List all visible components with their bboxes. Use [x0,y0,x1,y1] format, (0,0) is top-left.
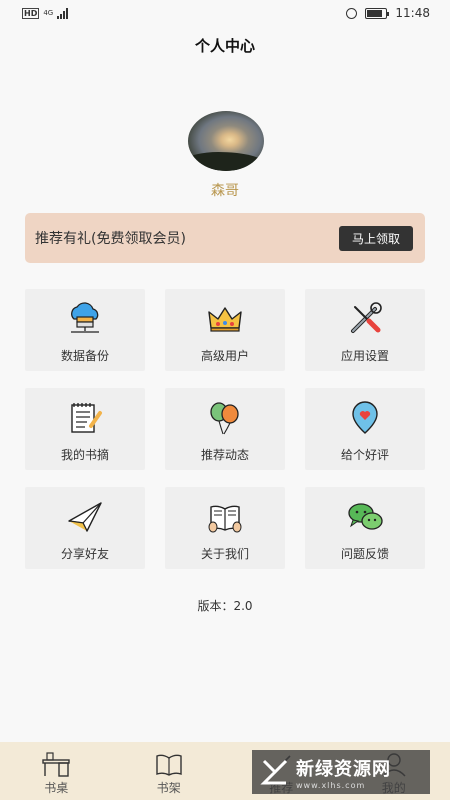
heart-pin-icon [352,401,378,434]
open-book-icon [208,505,242,533]
network-type: 4G [43,8,54,17]
nav-tab-bookshelf[interactable]: 书架 [113,742,226,800]
username: 森哥 [211,183,239,199]
menu-item-label: 高级用户 [200,349,249,363]
crown-icon [208,307,242,332]
promo-banner[interactable]: 推荐有礼(免费领取会员) 马上领取 [25,213,425,263]
menu-item-data-backup[interactable]: 数据备份 [25,289,145,371]
hd-indicator: HD [22,7,40,19]
balloons-icon [210,402,239,435]
paper-plane-icon [68,502,102,532]
cloud-backup-icon [71,302,99,333]
watermark-title: 新绿资源网 [296,758,391,780]
menu-item-recommend-feed[interactable]: 推荐动态 [165,388,285,470]
status-left: HD 4G [22,7,69,19]
chat-bubbles-icon [348,503,383,530]
promo-text: 推荐有礼(免费领取会员) [35,231,186,247]
nav-label: 书架 [156,781,181,795]
menu-grid: 数据备份 高级用户 应用设置 我的书摘 推荐动态 给个好评 分享好友 关于我们 … [25,289,425,569]
bookshelf-icon [156,754,182,776]
menu-item-my-excerpts[interactable]: 我的书摘 [25,388,145,470]
menu-item-share-friends[interactable]: 分享好友 [25,487,145,569]
status-bar: HD 4G 11:48 [0,0,450,26]
menu-item-label: 我的书摘 [60,448,109,462]
desk-icon [42,752,70,777]
claim-button[interactable]: 马上领取 [338,225,413,251]
menu-item-label: 应用设置 [340,349,389,363]
nav-label: 书桌 [44,781,69,795]
version-text: 版本：2.0 [197,599,253,613]
signal-icon [57,7,69,19]
menu-item-label: 给个好评 [340,448,389,462]
menu-item-label: 问题反馈 [340,547,389,561]
menu-item-feedback[interactable]: 问题反馈 [305,487,425,569]
avatar-trees [188,151,264,171]
menu-item-label: 推荐动态 [200,448,249,462]
watermark-logo-icon [260,759,288,785]
menu-item-label: 关于我们 [200,547,249,561]
menu-item-about-us[interactable]: 关于我们 [165,487,285,569]
notepad-icon [71,403,102,433]
tools-icon [351,302,382,333]
menu-item-premium-user[interactable]: 高级用户 [165,289,285,371]
menu-item-label: 分享好友 [60,547,109,561]
watermark: 新绿资源网 www.xlhs.com [252,750,430,794]
menu-item-label: 数据备份 [60,349,109,363]
page-title: 个人中心 [194,37,255,55]
watermark-url: www.xlhs.com [296,780,366,790]
menu-item-rate-us[interactable]: 给个好评 [305,388,425,470]
status-right: 11:48 [346,6,430,20]
clock: 11:48 [395,6,430,20]
avatar[interactable] [188,111,264,171]
battery-icon [365,7,390,19]
menu-item-app-settings[interactable]: 应用设置 [305,289,425,371]
alarm-icon [346,7,358,19]
nav-tab-desk[interactable]: 书桌 [0,742,113,800]
